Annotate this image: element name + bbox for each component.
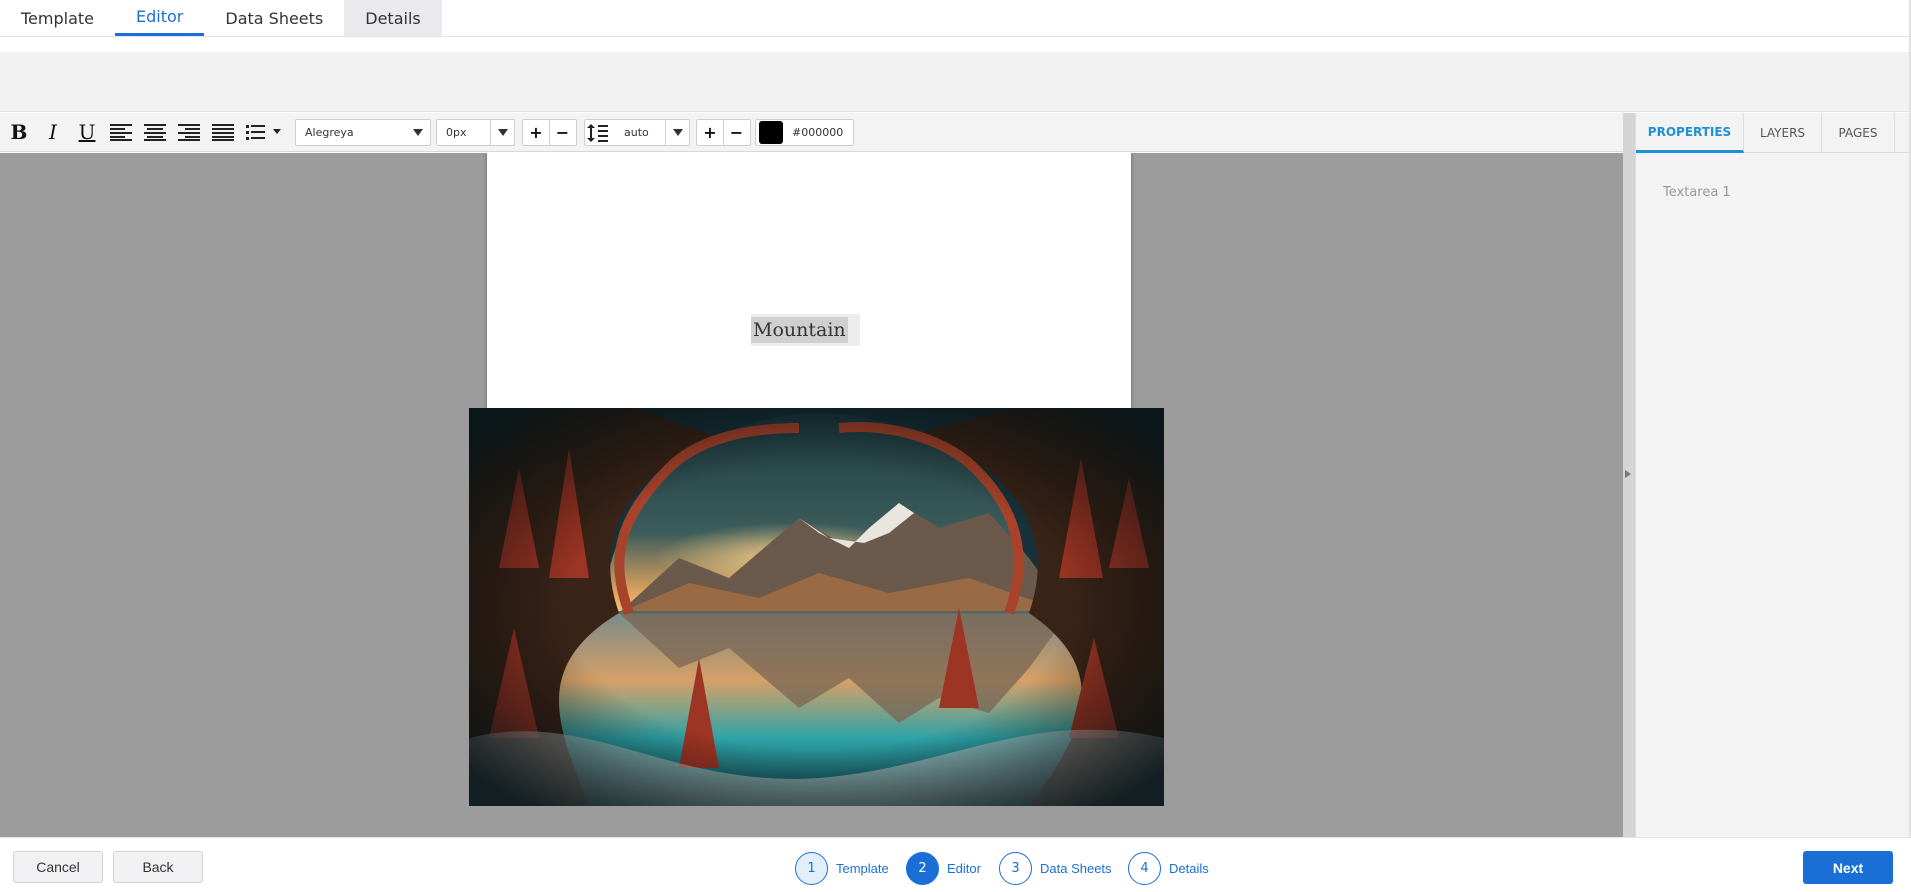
align-justify-icon [212, 124, 234, 141]
line-height-select[interactable]: auto [584, 119, 690, 146]
step-number: 3 [999, 852, 1032, 885]
editor-canvas: Mountain [0, 153, 1623, 837]
tab-pages[interactable]: PAGES [1822, 113, 1895, 153]
sidebar-tabs: PROPERTIES LAYERS PAGES [1636, 113, 1911, 153]
step-number: 1 [795, 852, 828, 885]
step-details[interactable]: 4 Details [1128, 852, 1209, 885]
font-size-stepper: + − [522, 119, 577, 146]
cancel-button[interactable]: Cancel [13, 851, 103, 883]
increase-line-height-button[interactable]: + [697, 120, 723, 145]
textarea-text: Mountain [751, 317, 848, 343]
line-height-stepper: + − [696, 119, 751, 146]
letter-spacing-select[interactable]: 0px [436, 119, 515, 146]
textarea-element[interactable]: Mountain [751, 314, 860, 346]
increase-font-size-button[interactable]: + [523, 120, 549, 145]
align-left-button[interactable] [107, 119, 135, 145]
step-label: Data Sheets [1040, 861, 1112, 876]
chevron-down-icon [406, 120, 430, 145]
font-family-value: Alegreya [305, 126, 354, 139]
align-right-button[interactable] [175, 119, 203, 145]
line-height-value: auto [624, 126, 649, 139]
align-justify-button[interactable] [209, 119, 237, 145]
tab-template[interactable]: Template [0, 0, 115, 36]
mountain-lake-image[interactable] [469, 408, 1164, 806]
bullet-list-icon [246, 125, 281, 140]
next-button[interactable]: Next [1803, 851, 1893, 884]
landscape-picture [469, 408, 1164, 806]
collapse-arrow-icon[interactable] [1625, 470, 1631, 478]
bold-button[interactable]: B [5, 119, 33, 145]
text-color-picker[interactable]: #000000 [755, 119, 854, 146]
top-tab-bar: Template Editor Data Sheets Details [0, 0, 1911, 37]
align-right-icon [178, 124, 200, 141]
step-number: 2 [906, 852, 939, 885]
tab-editor[interactable]: Editor [115, 0, 205, 36]
align-center-icon [144, 124, 166, 141]
italic-button[interactable]: I [39, 119, 67, 145]
step-template[interactable]: 1 Template [795, 852, 889, 885]
step-data-sheets[interactable]: 3 Data Sheets [999, 852, 1112, 885]
decrease-font-size-button[interactable]: − [549, 120, 575, 145]
header-band [0, 52, 1909, 112]
step-label: Editor [947, 861, 981, 876]
list-button[interactable] [245, 119, 283, 145]
design-page: Mountain [487, 153, 1131, 408]
letter-spacing-value: 0px [446, 126, 467, 139]
underline-button[interactable]: U [73, 119, 101, 145]
color-swatch[interactable] [759, 121, 783, 144]
tab-data-sheets[interactable]: Data Sheets [204, 0, 344, 36]
line-height-icon [585, 123, 611, 143]
color-hex-value: #000000 [792, 126, 844, 139]
step-editor[interactable]: 2 Editor [906, 852, 981, 885]
tab-layers[interactable]: LAYERS [1744, 113, 1822, 153]
selected-layer-name: Textarea 1 [1663, 185, 1731, 200]
font-family-select[interactable]: Alegreya [295, 119, 431, 146]
step-number: 4 [1128, 852, 1161, 885]
step-label: Template [836, 861, 889, 876]
decrease-line-height-button[interactable]: − [723, 120, 749, 145]
tab-properties[interactable]: PROPERTIES [1636, 113, 1744, 153]
tab-details[interactable]: Details [344, 0, 442, 36]
wizard-footer: Cancel Back 1 Template 2 Editor 3 Data S… [0, 837, 1911, 892]
chevron-down-icon[interactable] [490, 120, 514, 145]
step-label: Details [1169, 861, 1209, 876]
text-format-toolbar: B I U Alegreya 0px + − auto + − #000000 [0, 113, 1623, 152]
align-center-button[interactable] [141, 119, 169, 145]
align-left-icon [110, 124, 132, 141]
chevron-down-icon[interactable] [665, 120, 689, 145]
right-sidebar: PROPERTIES LAYERS PAGES Textarea 1 [1635, 113, 1911, 837]
back-button[interactable]: Back [113, 851, 203, 883]
